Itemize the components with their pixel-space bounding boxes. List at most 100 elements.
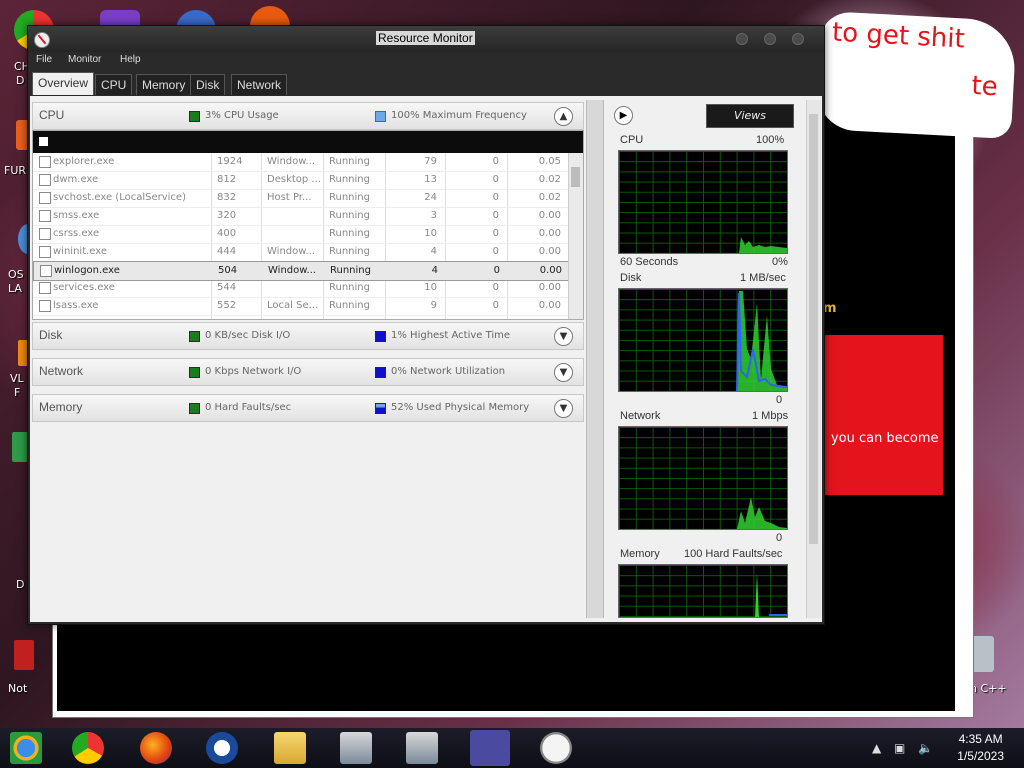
cell-desc: Window... bbox=[267, 156, 316, 167]
close-button[interactable] bbox=[792, 33, 804, 45]
menu-file[interactable]: File bbox=[36, 54, 52, 65]
cell-avg: 0.00 bbox=[538, 210, 561, 221]
network-tray-icon[interactable]: ▣ bbox=[894, 741, 905, 755]
cell-pid: 444 bbox=[217, 246, 237, 257]
cpu-frequency-text: 100% Maximum Frequency bbox=[391, 110, 527, 121]
cell-cpu: 0 bbox=[492, 228, 499, 239]
menu-monitor[interactable]: Monitor bbox=[68, 54, 101, 65]
cpu-table-scrollbar[interactable] bbox=[568, 153, 583, 319]
app-desktop-icon-6[interactable] bbox=[14, 640, 34, 670]
volume-tray-icon[interactable]: 🔈 bbox=[918, 741, 933, 755]
table-row[interactable]: svchost.exe (LocalService) 832 Host Pr... R… bbox=[33, 189, 569, 208]
cell-image: explorer.exe bbox=[53, 156, 115, 167]
resource-monitor-taskbar-icon[interactable] bbox=[540, 732, 572, 764]
row-checkbox[interactable] bbox=[39, 192, 51, 204]
installer-taskbar-icon-2[interactable] bbox=[406, 732, 438, 764]
tab-memory[interactable]: Memory bbox=[136, 74, 192, 95]
resource-monitor-window[interactable]: Resource Monitor File Monitor Help Overv… bbox=[27, 25, 825, 625]
network-section-header[interactable]: Network 0 Kbps Network I/O 0% Network Ut… bbox=[32, 358, 584, 386]
disk-io-text: 0 KB/sec Disk I/O bbox=[205, 330, 291, 341]
cell-avg: 0.05 bbox=[538, 156, 561, 167]
row-checkbox[interactable] bbox=[39, 156, 51, 168]
cpu-process-table: explorer.exe 1924 Window... Running 79 0 0.05 d… bbox=[32, 130, 584, 320]
firefox-taskbar-icon[interactable] bbox=[140, 732, 172, 764]
select-all-checkbox[interactable] bbox=[39, 137, 48, 146]
expand-network-icon[interactable]: ▼ bbox=[554, 363, 573, 382]
row-checkbox[interactable] bbox=[39, 228, 51, 240]
row-checkbox[interactable] bbox=[40, 265, 52, 277]
tab-disk[interactable]: Disk bbox=[190, 74, 226, 95]
network-graph-min: 0 bbox=[776, 532, 783, 544]
file-explorer-taskbar-icon[interactable] bbox=[274, 732, 306, 764]
recycle-bin-icon[interactable] bbox=[972, 636, 994, 672]
cell-cpu: 0 bbox=[492, 282, 499, 293]
table-row[interactable]: lsass.exe 552 Local Se... Running 9 0 0.00 bbox=[33, 297, 569, 316]
memory-graph bbox=[618, 564, 788, 618]
cell-desc: Window... bbox=[268, 265, 317, 276]
physical-memory-indicator bbox=[375, 403, 386, 414]
opera-taskbar-icon[interactable] bbox=[206, 732, 238, 764]
background-window-scrollbar[interactable] bbox=[955, 79, 973, 711]
collapse-cpu-icon[interactable]: ▲ bbox=[554, 107, 573, 126]
expand-memory-icon[interactable]: ▼ bbox=[554, 399, 573, 418]
minimize-button[interactable] bbox=[736, 33, 748, 45]
cell-status: Running bbox=[329, 156, 370, 167]
cell-image: winlogon.exe bbox=[54, 265, 120, 276]
collapse-graphs-icon[interactable]: ▶ bbox=[614, 106, 633, 125]
cpu-frequency-indicator bbox=[375, 111, 386, 122]
tab-network[interactable]: Network bbox=[231, 74, 288, 95]
table-row[interactable]: dwm.exe 812 Desktop ... Running 13 0 0.02 bbox=[33, 171, 569, 190]
menu-help[interactable]: Help bbox=[120, 54, 141, 65]
tab-cpu[interactable]: CPU bbox=[95, 74, 133, 95]
row-checkbox[interactable] bbox=[39, 282, 51, 294]
table-row[interactable]: explorer.exe 1924 Window... Running 79 0 0.05 bbox=[33, 153, 569, 172]
table-row[interactable]: csrss.exe 400 Running 10 0 0.00 bbox=[33, 225, 569, 244]
table-header[interactable] bbox=[33, 131, 583, 153]
cpu-section-header[interactable]: CPU 3% CPU Usage 100% Maximum Frequency … bbox=[32, 102, 584, 130]
scrollbar-thumb[interactable] bbox=[571, 167, 580, 187]
disk-section-header[interactable]: Disk 0 KB/sec Disk I/O 1% Highest Active… bbox=[32, 322, 584, 350]
views-button[interactable]: Views bbox=[706, 104, 794, 128]
expand-disk-icon[interactable]: ▼ bbox=[554, 327, 573, 346]
tab-bar: Overview CPU Memory Disk Network bbox=[28, 72, 824, 95]
network-graph-plot bbox=[737, 497, 787, 529]
disk-io-indicator bbox=[189, 331, 200, 342]
table-row[interactable]: winlogon.exe 504 Window... Running 4 0 0.00 bbox=[33, 261, 571, 281]
row-checkbox[interactable] bbox=[39, 300, 51, 312]
cell-desc: Window... bbox=[267, 246, 316, 257]
title-bar[interactable]: Resource Monitor bbox=[28, 26, 824, 52]
cell-desc: Host Pr... bbox=[267, 192, 312, 203]
cell-pid: 1924 bbox=[217, 156, 243, 167]
cell-pid: 812 bbox=[217, 174, 237, 185]
system-clock[interactable]: 4:35 AM 1/5/2023 bbox=[957, 731, 1004, 765]
cell-pid: 544 bbox=[217, 282, 237, 293]
row-checkbox[interactable] bbox=[39, 210, 51, 222]
cell-image: csrss.exe bbox=[53, 228, 100, 239]
desktop-label: F bbox=[14, 386, 21, 399]
pane-splitter-scrollbar[interactable] bbox=[586, 100, 604, 618]
row-checkbox[interactable] bbox=[39, 174, 51, 186]
show-hidden-icons[interactable]: ▲ bbox=[872, 741, 881, 755]
cell-desc: Desktop ... bbox=[267, 174, 321, 185]
table-row[interactable]: smss.exe 320 Running 3 0 0.00 bbox=[33, 207, 569, 226]
table-row[interactable]: wininit.exe 444 Window... Running 4 0 0.00 bbox=[33, 243, 569, 262]
maximize-button[interactable] bbox=[764, 33, 776, 45]
cell-status: Running bbox=[329, 174, 370, 185]
graphs-scrollbar[interactable] bbox=[806, 100, 821, 618]
desktop-label: FUR bbox=[4, 164, 27, 177]
scrollbar-thumb[interactable] bbox=[809, 114, 818, 544]
row-checkbox[interactable] bbox=[39, 246, 51, 258]
disk-graph-max: 1 MB/sec bbox=[740, 272, 786, 284]
cell-image: svchost.exe (LocalService) bbox=[53, 192, 186, 203]
cpu-graph-timespan: 60 Seconds bbox=[620, 256, 679, 268]
chrome-taskbar-icon[interactable] bbox=[72, 732, 104, 764]
clock-date: 1/5/2023 bbox=[957, 749, 1004, 763]
memory-section-header[interactable]: Memory 0 Hard Faults/sec 52% Used Physic… bbox=[32, 394, 584, 422]
table-row[interactable]: services.exe 544 Running 10 0 0.00 bbox=[33, 279, 569, 298]
installer-taskbar-icon[interactable] bbox=[340, 732, 372, 764]
tab-overview[interactable]: Overview bbox=[32, 72, 95, 95]
clock-time: 4:35 AM bbox=[958, 732, 1003, 746]
start-button[interactable] bbox=[10, 732, 42, 764]
disk-active-text: 1% Highest Active Time bbox=[391, 330, 511, 341]
users-taskbar-icon[interactable] bbox=[470, 730, 510, 766]
